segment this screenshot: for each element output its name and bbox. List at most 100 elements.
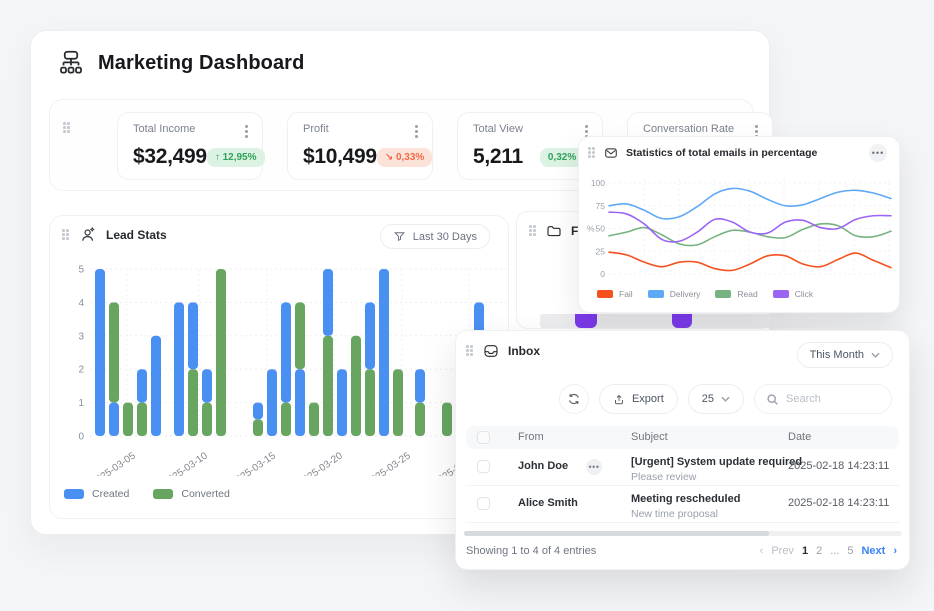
svg-text:50: 50 [596,224,606,234]
column-header-date: Date [788,431,811,443]
lead-stats-card: Lead Stats Last 30 Days 5432102025-03-05… [49,215,509,519]
drag-handle-icon[interactable] [466,345,474,357]
page-item-5[interactable]: 5 [847,545,853,557]
dashboard-header: Marketing Dashboard [56,48,304,78]
inbox-title: Inbox [508,344,540,358]
subject-preview: Please review [631,471,802,483]
date-cell: 2025-02-18 14:23:11 [788,460,889,472]
hidden-chart-bar [575,314,597,328]
trend-badge: ↑ 12,95% [207,148,265,167]
page-item-Next[interactable]: Next [861,545,885,557]
inbox-icon [483,343,499,359]
legend-item-converted[interactable]: Converted [153,488,229,500]
svg-text:2025-03-05: 2025-03-05 [90,450,139,476]
subject-text: [Urgent] System update required [631,456,802,468]
sender-name: Alice Smith [518,497,578,509]
scrollbar-thumb[interactable] [464,531,769,536]
drag-handle-icon[interactable] [529,225,537,237]
page-item-[interactable]: ‹ [760,545,764,557]
legend-swatch [773,290,789,298]
svg-text:25: 25 [596,246,606,256]
stat-label: Total View [473,123,590,135]
page-title: Marketing Dashboard [98,52,304,75]
row-checkbox[interactable] [477,460,490,473]
kebab-menu-icon[interactable] [241,123,252,140]
lead-user-icon [79,226,97,244]
page-size-select[interactable]: 25 [688,384,744,414]
svg-text:75: 75 [596,201,606,211]
search-input[interactable] [786,393,886,405]
legend-label: Created [92,488,129,500]
legend-swatch [153,489,173,499]
page-item-2[interactable]: 2 [816,545,822,557]
legend-label: Converted [181,488,229,500]
svg-text:4: 4 [78,298,84,309]
horizontal-scrollbar [464,531,902,536]
page-item-1[interactable]: 1 [802,545,808,557]
svg-text:0: 0 [600,269,605,279]
stat-label: Total Income [133,123,250,135]
funnel-icon [393,230,406,243]
legend-item-created[interactable]: Created [64,488,129,500]
svg-text:3: 3 [78,331,84,342]
stat-card-total-income: Total Income$32,499↑ 12,95% [117,112,263,180]
legend-label: Fail [619,289,633,299]
legend-item-click[interactable]: Click [773,289,813,299]
kebab-menu-icon[interactable] [411,123,422,140]
legend-swatch [597,290,613,298]
table-header-row: FromSubjectDate [466,426,899,449]
table-row[interactable]: Alice Smith Meeting rescheduledNew time p… [466,486,899,523]
export-icon [613,393,625,406]
stat-label: Conversation Rate [643,123,760,135]
table-row[interactable]: John Doe ••• [Urgent] System update requir… [466,449,899,486]
sender-name: John Doe [518,460,568,472]
legend-item-delivery[interactable]: Delivery [648,289,701,299]
column-header-from: From [518,431,544,443]
folder-icon [546,223,562,239]
svg-text:2025-03-25: 2025-03-25 [365,450,414,476]
email-stats-legend: Fail Delivery Read Click [597,289,813,299]
svg-text:1: 1 [78,398,84,409]
lead-stats-title: Lead Stats [106,228,167,242]
row-menu-button[interactable]: ••• [586,459,602,475]
svg-text:2025-03-15: 2025-03-15 [230,450,279,476]
email-stats-panel: Statistics of total emails in percentage… [578,136,900,313]
hidden-chart-bar [672,314,692,328]
period-select[interactable]: This Month [797,342,893,368]
inbox-toolbar: Export 25 [559,384,892,414]
trend-badge: ↘ 0,33% [377,148,433,167]
date-cell: 2025-02-18 14:23:11 [788,497,889,509]
refresh-button[interactable] [559,384,589,414]
subject-text: Meeting rescheduled [631,493,740,505]
search-icon [766,393,779,406]
drag-handle-icon[interactable] [63,122,71,134]
lead-stats-legend: Created Converted [64,488,230,500]
email-stats-line-chart: 1007550250% [579,137,901,287]
select-all-checkbox[interactable] [477,431,490,444]
legend-label: Click [795,289,813,299]
subject-cell: Meeting rescheduledNew time proposal [631,493,740,520]
legend-item-read[interactable]: Read [715,289,757,299]
page-item-Prev[interactable]: Prev [771,545,794,557]
pagination: ‹ Prev 12... 5 Next › [760,545,897,557]
entries-summary: Showing 1 to 4 of 4 entries [466,545,596,557]
svg-text:5: 5 [78,265,84,276]
sitemap-icon [56,48,86,78]
row-checkbox[interactable] [477,497,490,510]
svg-text:2025-03-20: 2025-03-20 [297,450,346,476]
svg-text:%: % [587,224,595,234]
export-button[interactable]: Export [599,384,678,414]
page-item-[interactable]: ... [830,545,839,557]
legend-item-fail[interactable]: Fail [597,289,633,299]
stat-label: Profit [303,123,420,135]
stat-value: $10,499 [303,145,377,169]
legend-swatch [715,290,731,298]
inbox-table: FromSubjectDate John Doe ••• [Urgent] Syst… [466,426,899,523]
drag-handle-icon[interactable] [62,229,70,241]
legend-label: Delivery [670,289,701,299]
page-item-[interactable]: › [893,545,897,557]
inbox-panel: Inbox This Month Export [455,330,910,570]
legend-label: Read [737,289,757,299]
date-range-filter-button[interactable]: Last 30 Days [380,224,490,249]
stat-card-profit: Profit $10,499↘ 0,33% [287,112,433,180]
